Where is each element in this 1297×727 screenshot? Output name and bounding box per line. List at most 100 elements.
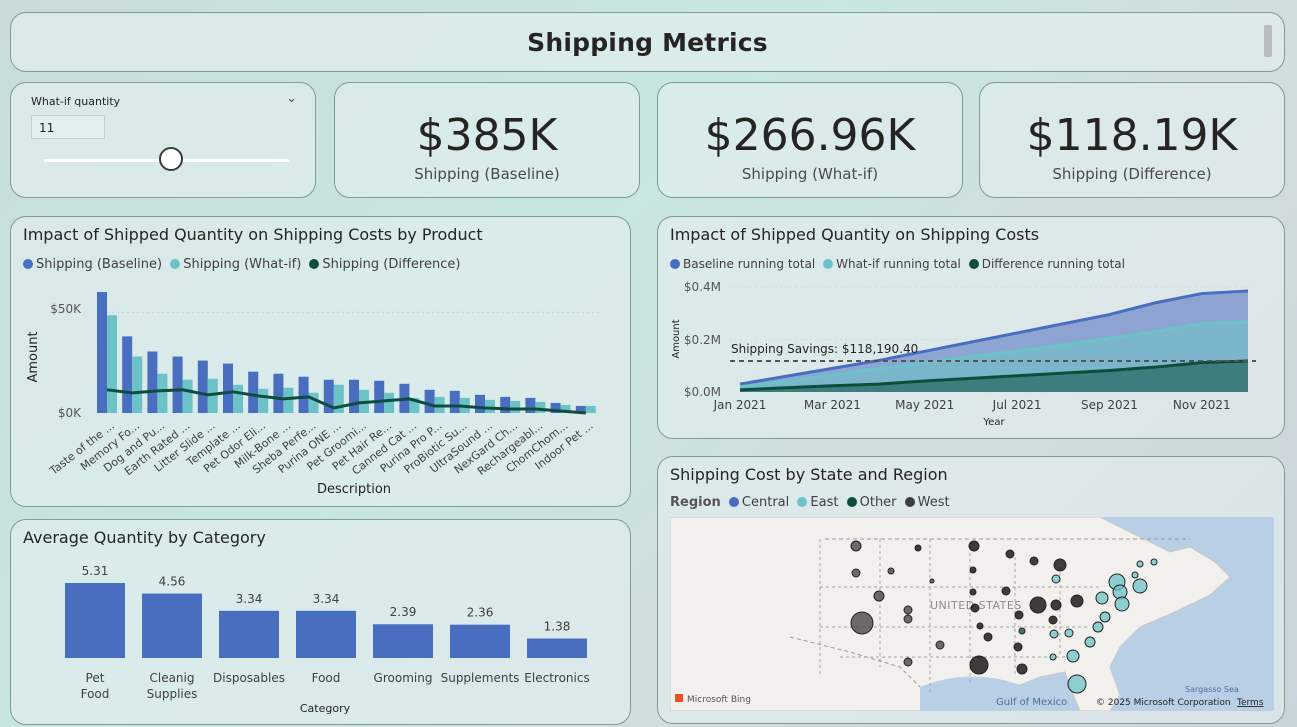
chart-title: Shipping Cost by State and Region bbox=[670, 465, 948, 484]
running-total-area-chart[interactable]: $0.4M $0.2M $0.0M Amount Year Shipping S… bbox=[658, 217, 1284, 438]
terms-link[interactable]: Terms bbox=[1236, 698, 1264, 708]
what-if-slicer: What-if quantity ⌄ 11 bbox=[10, 82, 316, 198]
chevron-down-icon[interactable]: ⌄ bbox=[286, 91, 297, 106]
kpi-value: $118.19K bbox=[1026, 110, 1238, 161]
bar-baseline bbox=[298, 376, 309, 413]
map-bubble bbox=[1050, 599, 1062, 611]
map-bubble bbox=[1001, 586, 1011, 596]
y-tick-label: $0.0M bbox=[684, 385, 721, 399]
bar-whatif bbox=[182, 379, 193, 413]
legend-item-central[interactable]: Central bbox=[728, 495, 789, 510]
page-title: Shipping Metrics bbox=[527, 28, 768, 57]
map-bubble bbox=[1092, 621, 1104, 633]
map-bubble bbox=[1131, 571, 1139, 579]
legend-item-west[interactable]: West bbox=[904, 495, 950, 510]
bar-whatif bbox=[585, 405, 596, 413]
bar bbox=[373, 624, 433, 658]
map-bubble bbox=[850, 540, 862, 552]
map-bubble bbox=[1114, 596, 1130, 612]
kpi-card-whatif: $266.96K Shipping (What-if) bbox=[657, 82, 963, 198]
map-bubble bbox=[887, 567, 895, 575]
legend-title: Region bbox=[670, 495, 721, 510]
map-bubble bbox=[1099, 611, 1111, 623]
title-banner: Shipping Metrics bbox=[10, 12, 1285, 72]
map-bubble bbox=[1132, 578, 1148, 594]
y-tick-label: $0.4M bbox=[684, 280, 721, 294]
y-axis-label: Amount bbox=[671, 319, 682, 358]
map-bubble bbox=[1136, 560, 1144, 568]
data-label: 3.34 bbox=[236, 592, 263, 606]
slicer-value-input[interactable]: 11 bbox=[31, 115, 105, 139]
category-bar-chart[interactable]: Category 5.31 Pet Food 4.56 Cleanig Supplies 3… bbox=[11, 520, 630, 724]
gulf-label: Gulf of Mexico bbox=[996, 697, 1067, 708]
bar-baseline bbox=[374, 380, 385, 413]
map-bubble bbox=[903, 605, 913, 615]
bar-whatif bbox=[384, 392, 395, 413]
bar bbox=[450, 624, 510, 658]
legend-item-other[interactable]: Other bbox=[846, 495, 897, 510]
map-bubble bbox=[1070, 594, 1084, 608]
bar-baseline bbox=[172, 356, 183, 413]
x-tick-label: Supplies bbox=[147, 687, 198, 701]
map-canvas[interactable]: UNITED STATES Gulf of Mexico Sargasso Se… bbox=[670, 517, 1274, 711]
kpi-label: Shipping (Baseline) bbox=[414, 165, 560, 183]
map-bubble bbox=[1049, 629, 1059, 639]
map-bubble bbox=[929, 578, 935, 584]
kpi-card-difference: $118.19K Shipping (Difference) bbox=[979, 82, 1285, 198]
y-tick-label: $0K bbox=[58, 406, 82, 420]
legend-item-east[interactable]: East bbox=[797, 495, 838, 510]
x-tick-label: Jan 2021 bbox=[713, 398, 767, 412]
bar-baseline bbox=[147, 351, 158, 413]
map-bubble bbox=[1005, 549, 1015, 559]
map-bubble bbox=[969, 566, 977, 574]
map-bubble bbox=[1066, 649, 1080, 663]
map-bubble bbox=[970, 603, 980, 613]
bar-whatif bbox=[283, 387, 294, 413]
map-bubble bbox=[969, 588, 977, 596]
x-tick-label: Disposables bbox=[213, 671, 285, 685]
bar-whatif bbox=[258, 388, 269, 413]
map-bubble bbox=[1049, 653, 1057, 661]
bar-whatif bbox=[132, 356, 143, 413]
map-bubble bbox=[1150, 558, 1158, 566]
bing-logo-icon bbox=[675, 694, 683, 702]
bar-whatif bbox=[510, 400, 521, 413]
data-label: 2.36 bbox=[467, 606, 494, 620]
product-bar-chart[interactable]: $50K $0K Amount Description Taste of the… bbox=[11, 217, 630, 506]
data-label: 4.56 bbox=[159, 575, 186, 589]
x-tick-label: Nov 2021 bbox=[1173, 398, 1231, 412]
x-axis-label: Category bbox=[300, 702, 351, 715]
bar-baseline bbox=[248, 371, 259, 413]
x-axis-label: Year bbox=[982, 417, 1005, 428]
sea-label: Sargasso Sea bbox=[1185, 685, 1239, 694]
map-bubble bbox=[1029, 596, 1047, 614]
bar-baseline bbox=[449, 390, 460, 413]
bar bbox=[296, 610, 356, 658]
x-tick-label: Jul 2021 bbox=[992, 398, 1042, 412]
map-bubble bbox=[1016, 663, 1028, 675]
map-svg[interactable]: UNITED STATES Gulf of Mexico Sargasso Se… bbox=[670, 517, 1274, 711]
bar bbox=[142, 593, 202, 658]
bar bbox=[219, 610, 279, 658]
bar-baseline bbox=[525, 397, 536, 413]
data-label: 5.31 bbox=[82, 564, 109, 578]
x-tick-label: Electronics bbox=[524, 671, 589, 685]
y-axis-label: Amount bbox=[26, 331, 41, 382]
kpi-value: $266.96K bbox=[704, 110, 916, 161]
y-tick-label: $0.2M bbox=[684, 333, 721, 347]
x-tick-label: Cleanig bbox=[149, 671, 194, 685]
x-tick-label: Pet bbox=[86, 671, 105, 685]
kpi-value: $385K bbox=[416, 110, 558, 161]
bar-baseline bbox=[475, 394, 485, 413]
bar-baseline bbox=[349, 379, 359, 413]
map-bubble bbox=[1051, 574, 1061, 584]
map-bubble bbox=[1053, 558, 1067, 572]
scrollbar-thumb[interactable] bbox=[1264, 25, 1272, 57]
map-bubble bbox=[903, 657, 913, 667]
x-tick-label: Food bbox=[81, 687, 110, 701]
slider-handle[interactable] bbox=[159, 147, 184, 171]
map-bubble bbox=[1013, 642, 1023, 652]
map-bubble bbox=[850, 611, 874, 635]
map-bubble bbox=[1029, 556, 1039, 566]
data-label: 1.38 bbox=[544, 620, 571, 634]
